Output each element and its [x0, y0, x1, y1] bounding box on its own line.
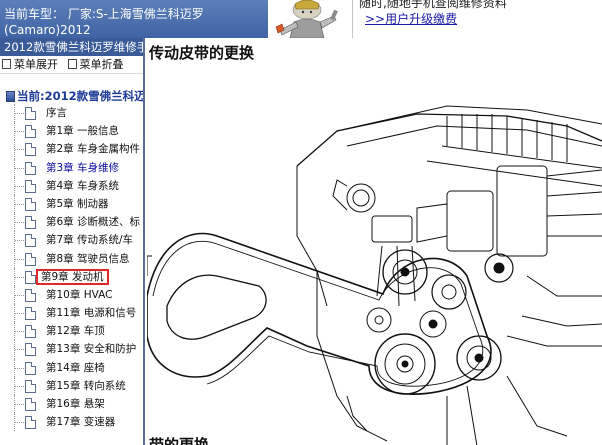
sidebar-toolbar: 菜单展开 菜单折叠: [0, 56, 143, 74]
document-icon: [25, 179, 36, 193]
menu-expand-label: 菜单展开: [14, 58, 58, 71]
tree-item-label: 第15章 转向系统: [46, 379, 126, 392]
mechanic-mascot-icon: [270, 0, 344, 38]
tree-item-ch3[interactable]: 第3章 车身维修: [0, 158, 143, 177]
document-icon: [25, 107, 36, 120]
document-icon: [25, 416, 36, 430]
tree-item-ch5[interactable]: 第5章 制动器: [0, 194, 143, 214]
tree-item-ch16[interactable]: 第16章 悬架: [0, 395, 143, 414]
top-banner: 当前车型： 厂家:S-上海雪佛兰科迈罗 (Camaro)2012 随时,随地手机…: [0, 0, 602, 38]
current-vehicle-label: 当前车型： 厂家:S-上海雪佛兰科迈罗: [4, 7, 204, 21]
tree-item-ch4[interactable]: 第4章 车身系统: [0, 176, 143, 195]
tree-item-label: 第12章 车顶: [46, 325, 105, 338]
book-icon: [6, 91, 15, 102]
tree-item-label: 第2章 车身金属构件: [46, 143, 141, 156]
document-icon: [25, 307, 36, 321]
menu-collapse-label: 菜单折叠: [79, 58, 124, 71]
tree-root-label: 当前:2012款雪佛兰科迈: [17, 89, 145, 103]
page-title: 传动皮带的更换: [149, 44, 255, 62]
tree-item-ch11[interactable]: 第11章 电源和信号: [0, 304, 143, 323]
tree-item-label: 第1章 一般信息: [46, 125, 120, 138]
tree-item-label: 第11章 电源和信号: [46, 307, 137, 320]
document-icon: [25, 143, 36, 157]
tree-item-ch8[interactable]: 第8章 驾驶员信息: [0, 249, 143, 268]
tree-item-ch1[interactable]: 第1章 一般信息: [0, 122, 143, 141]
tree-item-ch7[interactable]: 第7章 传动系统/车: [0, 231, 143, 250]
tree-root[interactable]: 当前:2012款雪佛兰科迈: [0, 88, 143, 104]
tree-item-label: 第14章 座椅: [46, 361, 105, 374]
tree-item-ch13[interactable]: 第13章 安全和防护: [0, 340, 143, 359]
menu-expand-button[interactable]: 菜单展开: [2, 56, 58, 74]
tree-item-label: 第13章 安全和防护: [46, 343, 137, 356]
drive-belt-diagram: [147, 105, 602, 445]
collapse-icon: [67, 59, 77, 69]
document-icon: [25, 398, 36, 411]
document-icon: [25, 234, 36, 248]
tree-item-label: 第6章 诊断概述、标: [46, 216, 141, 229]
app-window: 当前车型： 厂家:S-上海雪佛兰科迈罗 (Camaro)2012 随时,随地手机…: [0, 0, 602, 445]
tree-item-ch2[interactable]: 第2章 车身金属构件: [0, 140, 143, 159]
tree-item-label: 第9章 发动机: [36, 268, 109, 285]
chapter-tree: 当前:2012款雪佛兰科迈 序言 第1章 一般信息 第2章 车身金属构件 第3章…: [0, 74, 143, 432]
document-icon: [25, 125, 36, 139]
document-icon: [25, 288, 36, 302]
tree-item-ch6[interactable]: 第6章 诊断概述、标: [0, 213, 143, 232]
tree-item-label: 第10章 HVAC: [46, 288, 113, 301]
expand-icon: [2, 59, 11, 69]
menu-collapse-button[interactable]: 菜单折叠: [67, 56, 124, 74]
manual-content: 传动皮带的更换 带的更换: [147, 38, 602, 445]
tree-item-ch10[interactable]: 第10章 HVAC: [0, 285, 143, 305]
document-icon: [25, 161, 36, 175]
document-icon: [25, 325, 36, 339]
tree-item-ch9[interactable]: 第9章 发动机: [0, 267, 143, 286]
document-icon: [25, 216, 36, 230]
current-vehicle-model: (Camaro)2012: [4, 23, 91, 37]
tree-item-label: 第8章 驾驶员信息: [46, 252, 130, 265]
tree-item-ch17[interactable]: 第17章 变速器: [0, 413, 143, 432]
tree-item-label: 第5章 制动器: [46, 197, 109, 210]
tree-item-label: 第17章 变速器: [46, 416, 116, 429]
tree-item-label: 第16章 悬架: [46, 398, 105, 410]
current-vehicle-info: 当前车型： 厂家:S-上海雪佛兰科迈罗 (Camaro)2012: [0, 0, 268, 38]
tree-item-label: 序言: [46, 107, 67, 119]
tree-item-ch14[interactable]: 第14章 座椅: [0, 358, 143, 377]
document-icon: [25, 270, 36, 284]
tree-item-ch15[interactable]: 第15章 转向系统: [0, 376, 143, 395]
tree-item-preface[interactable]: 序言: [0, 104, 143, 123]
section-subtitle: 带的更换: [149, 436, 210, 445]
sidebar-title: 2012款雪佛兰科迈罗维修手: [0, 38, 143, 56]
tree-item-ch12[interactable]: 第12章 车顶: [0, 322, 143, 341]
upgrade-notice: 随时,随地手机查阅维修资料 >>用户升级缴费: [352, 0, 602, 38]
manual-sidebar: 2012款雪佛兰科迈罗维修手 菜单展开 菜单折叠 当前:2012款雪佛兰科迈 序…: [0, 38, 145, 445]
tree-item-label: 第3章 车身维修: [46, 161, 120, 174]
tree-item-label: 第7章 传动系统/车: [46, 234, 134, 247]
document-icon: [25, 343, 36, 357]
document-icon: [25, 361, 36, 375]
tree-item-label: 第4章 车身系统: [46, 179, 120, 192]
upgrade-payment-link[interactable]: >>用户升级缴费: [365, 10, 457, 27]
document-icon: [25, 197, 36, 211]
document-icon: [25, 252, 36, 266]
document-icon: [25, 379, 36, 393]
